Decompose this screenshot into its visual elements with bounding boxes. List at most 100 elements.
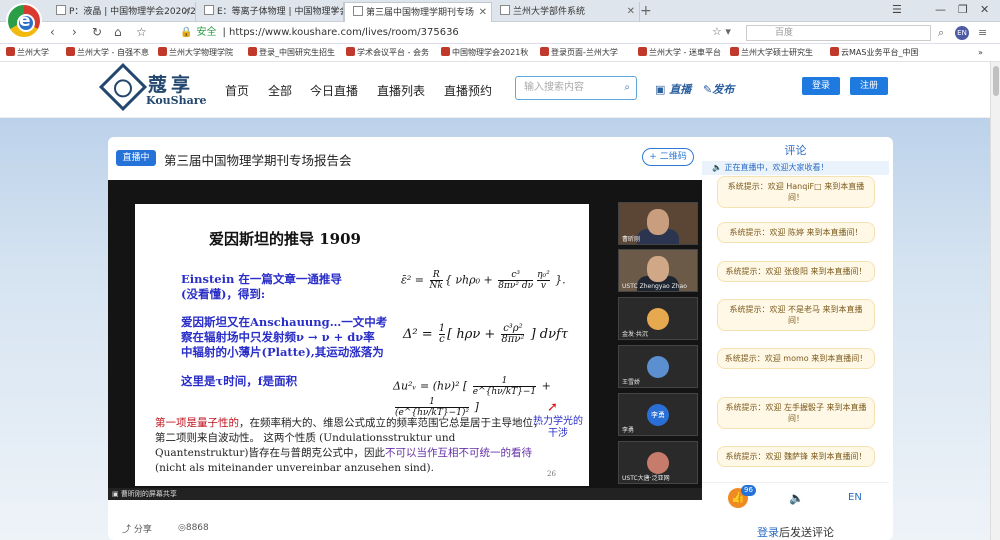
bookmark-item[interactable]: 云MAS业务平台_中国 <box>830 46 918 60</box>
menu-lines-icon[interactable]: ≡ <box>978 26 987 39</box>
bookmark-item[interactable]: 兰州大学物理学院 <box>158 46 233 60</box>
share-icon: ⤴ <box>122 525 132 535</box>
speaker-icon: 🔈 <box>712 163 722 172</box>
publish-button[interactable]: ✎发布 <box>703 81 734 97</box>
extension-icon[interactable]: EN <box>955 26 969 40</box>
eye-icon: ◎ <box>178 523 186 533</box>
site-search-input[interactable]: 输入搜索内容 ⌕ <box>515 76 637 100</box>
pen-icon: ✎ <box>703 83 713 96</box>
participant-face <box>647 256 669 282</box>
forward-icon[interactable]: › <box>72 25 77 39</box>
page-icon <box>353 6 363 16</box>
comment-item: 系统提示：欢迎 不是老马 来到本直播间！ <box>717 299 875 331</box>
slide-annotation: 热力学光的干涉 <box>533 416 583 439</box>
browser-tab[interactable]: 兰州大学部件系统 ✕ <box>492 2 640 22</box>
screen-share-icon: ▣ <box>112 490 119 498</box>
slide-page-number: 26 <box>547 470 556 478</box>
live-notice: 🔈 正在直播中，欢迎大家收看！ <box>702 161 889 175</box>
nav-today-live[interactable]: 今日直播 <box>310 82 358 99</box>
close-window-icon[interactable]: ✕ <box>980 3 989 16</box>
participant-video[interactable]: 李勇 李勇 <box>618 393 698 436</box>
bookmark-item[interactable]: 登录页面-兰州大学 <box>540 46 618 60</box>
koushare-logo-icon[interactable] <box>98 62 148 112</box>
bookmark-item[interactable]: 兰州大学 <box>6 46 49 60</box>
comment-item: 系统提示：欢迎 魏萨锋 来到本直播间！ <box>717 446 875 467</box>
live-button[interactable]: ▣ 直播 <box>655 81 691 97</box>
page-scrollbar[interactable] <box>990 62 1000 540</box>
close-icon[interactable]: ✕ <box>479 3 487 22</box>
login-button[interactable]: 登录 <box>802 77 840 95</box>
browser-tab[interactable]: P：液晶 | 中国物理学会2020/20 ✕ <box>48 2 196 22</box>
participant-avatar <box>647 356 669 378</box>
bookmark-icon <box>158 47 167 56</box>
bookmark-item[interactable]: 兰州大学 - 自强不息 <box>66 46 149 60</box>
page-icon <box>500 5 510 15</box>
view-count: ◎8868 <box>178 523 209 533</box>
share-button[interactable]: ⤴ 分享 <box>122 522 152 535</box>
bookmark-item[interactable]: 学术会议平台 - 会务 <box>346 46 429 60</box>
bookmarks-bar: 兰州大学 兰州大学 - 自强不息 兰州大学物理学院 登录_中国研究生招生 学术会… <box>0 44 1000 62</box>
maximize-icon[interactable]: ❐ <box>958 3 968 16</box>
play-icon: ▣ <box>655 83 666 96</box>
close-icon[interactable]: ✕ <box>627 2 635 22</box>
participant-video[interactable]: 曹昕刚 <box>618 202 698 245</box>
back-icon[interactable]: ‹ <box>50 25 55 39</box>
language-toggle[interactable]: EN <box>848 492 862 503</box>
bookmark-icon <box>346 47 355 56</box>
slide-text-einstein: Einstein 在一篇文章一通推导 (没看懂)，得到: <box>181 272 342 301</box>
logo-text[interactable]: 蔻享 <box>148 70 194 97</box>
browser-tab-active[interactable]: 第三届中国物理学期刊专场 ✕ <box>344 2 492 22</box>
bookmark-icon <box>248 47 257 56</box>
comment-item: 系统提示：欢迎 左手握骰子 来到本直播间！ <box>717 397 875 429</box>
close-icon[interactable]: ✕ <box>183 2 191 22</box>
search-icon[interactable]: ⌕ <box>624 77 630 99</box>
nav-live-list[interactable]: 直播列表 <box>377 82 425 99</box>
red-arrow-icon: ➚ <box>547 400 558 415</box>
login-link[interactable]: 登录 <box>757 526 779 539</box>
bookmark-item[interactable]: 兰州大学硕士研究生 <box>730 46 813 60</box>
participant-video[interactable]: USTC大唐·泛亚网 <box>618 441 698 484</box>
nav-live-booking[interactable]: 直播预约 <box>444 82 492 99</box>
menu-icon[interactable]: ☰ <box>892 3 902 16</box>
close-icon[interactable]: ✕ <box>331 2 339 22</box>
browser-logo: e <box>6 3 42 39</box>
bookmark-icon <box>540 47 549 56</box>
more-bookmarks-icon[interactable]: » <box>978 46 983 60</box>
page-icon <box>56 5 66 15</box>
bookmark-icon <box>638 47 647 56</box>
bookmark-star-icon[interactable]: ☆ ▾ <box>712 25 731 38</box>
participant-video[interactable]: 王雪娇 <box>618 345 698 388</box>
favorite-icon[interactable]: ☆ <box>136 25 147 39</box>
search-icon[interactable]: ⌕ <box>938 26 944 40</box>
logo-subtext: KouShare <box>146 94 207 107</box>
participant-avatar <box>647 308 669 330</box>
register-button[interactable]: 注册 <box>850 77 888 95</box>
url-field[interactable]: 🔒 安全 | https://www.koushare.com/lives/room… <box>180 24 740 42</box>
qr-code-button[interactable]: + 二维码 <box>642 148 694 166</box>
browser-tab[interactable]: E：等离子体物理 | 中国物理学会20✕ <box>196 2 344 22</box>
browser-tab-strip: P：液晶 | 中国物理学会2020/20✕ E：等离子体物理 | 中国物理学会2… <box>0 0 1000 22</box>
nav-all[interactable]: 全部 <box>268 82 292 99</box>
bookmark-icon <box>66 47 75 56</box>
address-bar: ‹ › ↻ ⌂ ☆ 🔒 安全 | https://www.koushare.com/… <box>0 22 1000 44</box>
minimize-icon[interactable]: — <box>935 3 946 16</box>
browser-search-input[interactable]: 百度 <box>746 25 931 41</box>
bookmark-icon <box>730 47 739 56</box>
participant-video[interactable]: 金发·共沉 <box>618 297 698 340</box>
new-tab-icon[interactable]: + <box>640 3 652 19</box>
slide-title: 爱因斯坦的推导 1909 <box>209 230 361 248</box>
login-to-comment: 登录后发送评论 <box>757 526 834 539</box>
comment-item: 系统提示：欢迎 张俊阳 来到本直播间！ <box>717 261 875 282</box>
bookmark-item[interactable]: 登录_中国研究生招生 <box>248 46 335 60</box>
bookmark-item[interactable]: 兰州大学 - 迷車平台 <box>638 46 721 60</box>
participant-video[interactable]: USTC Zhengyao Zhao <box>618 249 698 292</box>
room-title: 第三届中国物理学期刊专场报告会 <box>164 153 352 168</box>
slide-paragraph: 第一项是量子性的，在频率稍大的、维恩公式成立的频率范围它总是居于主导地位，第二项… <box>155 417 544 474</box>
volume-icon[interactable]: 🔈 <box>789 491 804 505</box>
bookmark-icon <box>6 47 15 56</box>
bookmark-item[interactable]: 中国物理学会2021秋 <box>441 46 528 60</box>
nav-home[interactable]: 首页 <box>225 82 249 99</box>
participant-avatar <box>647 452 669 474</box>
reload-icon[interactable]: ↻ <box>92 25 102 39</box>
home-icon[interactable]: ⌂ <box>114 25 122 39</box>
